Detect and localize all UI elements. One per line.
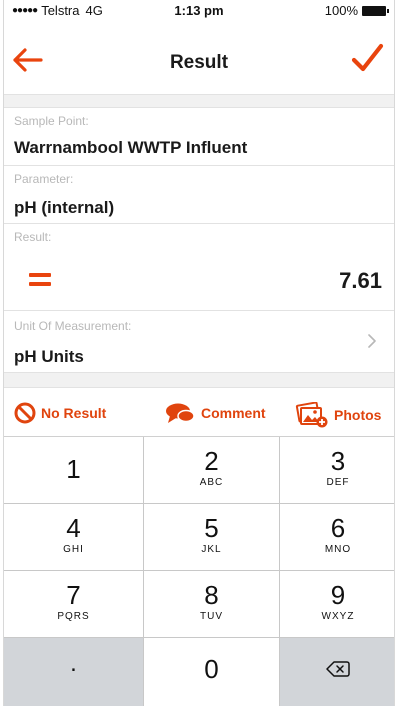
key-3[interactable]: 3 DEF <box>280 437 394 504</box>
key-digit: 1 <box>66 454 81 484</box>
key-digit: 2 <box>204 446 219 476</box>
section-divider <box>4 373 394 388</box>
key-digit: 8 <box>204 580 219 610</box>
key-letters: WXYZ <box>321 611 355 622</box>
no-result-label: No Result <box>41 405 107 421</box>
status-bar: ●●●●● Telstra 4G 1:13 pm 100% <box>4 0 394 22</box>
parameter-field: Parameter: pH (internal) <box>4 166 394 224</box>
result-field[interactable]: Result: 7.61 <box>4 224 394 311</box>
result-value[interactable]: 7.61 <box>339 268 382 294</box>
key-letters: MNO <box>324 544 352 555</box>
numeric-keypad: 1 2 ABC 3 DEF 4 GHI 5 JKL 6 MNO 7 PQRS 8… <box>4 437 394 706</box>
page-title: Result <box>169 52 229 73</box>
photos-label: Photos <box>334 407 382 423</box>
key-2[interactable]: 2 ABC <box>144 437 280 504</box>
key-7[interactable]: 7 PQRS <box>4 571 144 638</box>
no-result-icon <box>14 402 36 424</box>
key-digit: 3 <box>330 446 346 476</box>
key-0[interactable]: 0 <box>144 638 280 706</box>
checkmark-icon[interactable] <box>350 43 384 73</box>
equals-operator-icon[interactable] <box>29 273 51 287</box>
nav-bar: Result <box>4 22 394 95</box>
key-letters: PQRS <box>57 611 90 622</box>
key-decimal-point[interactable]: . <box>4 638 144 706</box>
result-screen: ●●●●● Telstra 4G 1:13 pm 100% Result Sam… <box>3 0 395 706</box>
key-6[interactable]: 6 MNO <box>280 504 394 571</box>
key-5[interactable]: 5 JKL <box>144 504 280 571</box>
key-digit: 9 <box>330 580 346 610</box>
key-letters: TUV <box>200 611 223 622</box>
battery-icon <box>362 5 389 16</box>
key-letters: GHI <box>63 544 84 555</box>
key-9[interactable]: 9 WXYZ <box>280 571 394 638</box>
key-digit: 6 <box>330 513 346 543</box>
photos-icon <box>295 402 328 428</box>
key-letters: JKL <box>201 544 222 555</box>
comment-button[interactable]: Comment <box>164 402 266 424</box>
backspace-icon <box>326 661 350 677</box>
key-letters: DEF <box>326 477 350 488</box>
chevron-right-icon <box>368 334 376 348</box>
key-digit: 5 <box>204 513 219 543</box>
sample-point-field: Sample Point: Warrnambool WWTP Influent <box>4 108 394 166</box>
key-backspace[interactable] <box>280 638 394 706</box>
status-right: 100% <box>324 3 389 18</box>
parameter-label: Parameter: <box>14 172 74 186</box>
comment-icon <box>166 403 195 423</box>
key-digit: 0 <box>204 654 219 684</box>
key-letters: ABC <box>199 477 224 488</box>
key-digit: 7 <box>66 580 81 610</box>
unit-of-measurement-field[interactable]: Unit Of Measurement: pH Units <box>4 311 394 373</box>
sample-point-value: Warrnambool WWTP Influent <box>14 138 248 157</box>
comment-label: Comment <box>201 405 266 421</box>
section-divider <box>4 95 394 108</box>
key-dot: . <box>70 650 77 677</box>
battery-percentage: 100% <box>324 3 358 18</box>
no-result-button[interactable]: No Result <box>14 402 106 424</box>
sample-point-label: Sample Point: <box>14 114 89 128</box>
unit-value: pH Units <box>14 347 84 366</box>
photos-button[interactable]: Photos <box>295 402 381 428</box>
key-digit: 4 <box>66 513 81 543</box>
key-1[interactable]: 1 <box>4 437 144 504</box>
action-row: No Result Comment Photos <box>4 388 394 437</box>
result-label: Result: <box>14 230 52 244</box>
key-4[interactable]: 4 GHI <box>4 504 144 571</box>
parameter-value: pH (internal) <box>14 198 115 217</box>
unit-label: Unit Of Measurement: <box>14 319 132 333</box>
key-8[interactable]: 8 TUV <box>144 571 280 638</box>
